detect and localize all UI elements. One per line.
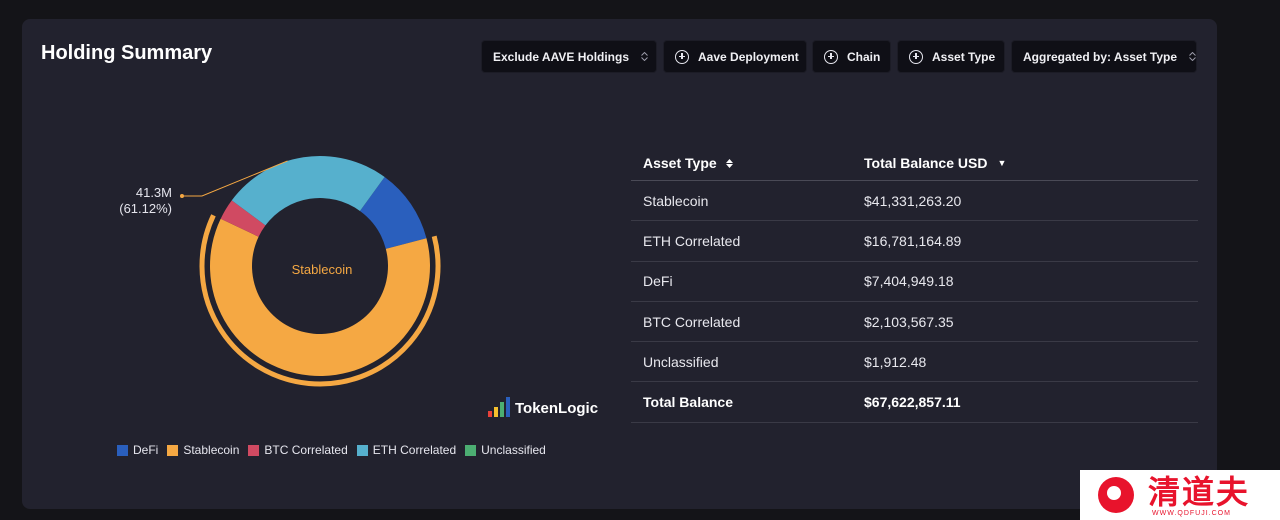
watermark: 清道夫 WWW.QDFUJI.COM xyxy=(1080,470,1280,520)
total-value: $67,622,857.11 xyxy=(864,394,961,411)
legend-swatch xyxy=(356,444,368,456)
balance-cell: $7,404,949.18 xyxy=(864,273,954,290)
table-row: Unclassified $1,912.48 xyxy=(631,342,1198,383)
legend-swatch xyxy=(248,444,260,456)
asset-cell: Unclassified xyxy=(643,353,719,370)
watermark-logo-icon xyxy=(1098,477,1134,513)
legend-item-stablecoin[interactable]: Stablecoin xyxy=(167,443,239,457)
tokenlogic-logo: TokenLogic xyxy=(488,397,598,417)
balance-cell: $2,103,567.35 xyxy=(864,313,954,330)
holdings-table: Asset Type Total Balance USD ▼ Stablecoi… xyxy=(631,146,1198,423)
table-header: Asset Type Total Balance USD ▼ xyxy=(631,146,1198,181)
asset-cell: Stablecoin xyxy=(643,192,709,209)
column-header-label: Total Balance USD xyxy=(864,155,988,171)
asset-type-column-header[interactable]: Asset Type xyxy=(631,155,864,171)
balance-cell: $16,781,164.89 xyxy=(864,232,962,249)
watermark-url: WWW.QDFUJI.COM xyxy=(1152,510,1231,517)
tokenlogic-bars-icon xyxy=(488,397,510,417)
legend-swatch xyxy=(167,444,179,456)
legend-label: Stablecoin xyxy=(183,443,240,457)
donut-center-label: Stablecoin xyxy=(291,262,353,277)
table-row: ETH Correlated $16,781,164.89 xyxy=(631,221,1198,262)
donut-callout: 41.3M (61.12%) xyxy=(92,185,172,217)
column-header-label: Asset Type xyxy=(643,155,717,171)
callout-value: 41.3M xyxy=(135,185,172,200)
legend-swatch xyxy=(117,444,128,456)
asset-cell: DeFi xyxy=(643,273,673,290)
balance-cell: $1,912.48 xyxy=(864,353,927,370)
watermark-brand: 清道夫 xyxy=(1148,473,1251,511)
legend-label: Unclassified xyxy=(481,443,546,457)
callout-percentage: (61.12%) xyxy=(119,201,172,216)
legend-item-btc-correlated[interactable]: BTC Correlated xyxy=(248,443,348,457)
legend-item-defi[interactable]: DeFi xyxy=(117,443,158,457)
sort-icon xyxy=(725,158,733,168)
donut-slice-eth-correlated[interactable] xyxy=(231,156,385,226)
legend-swatch xyxy=(465,444,477,456)
legend-item-unclassified[interactable]: Unclassified xyxy=(465,443,546,457)
legend-label: BTC Correlated xyxy=(264,443,348,457)
total-balance-column-header[interactable]: Total Balance USD ▼ xyxy=(864,155,1198,171)
chart-legend: DeFi Stablecoin BTC Correlated ETH Corre… xyxy=(117,443,555,457)
callout-dot xyxy=(180,194,184,198)
tokenlogic-wordmark: TokenLogic xyxy=(515,400,599,417)
total-label: Total Balance xyxy=(643,394,733,411)
table-row: DeFi $7,404,949.18 xyxy=(631,262,1198,302)
holding-summary-panel: Holding Summary Exclude AAVE Holdings Aa… xyxy=(22,19,1217,509)
asset-cell: ETH Correlated xyxy=(643,232,741,249)
table-row: Stablecoin $41,331,263.20 xyxy=(631,181,1198,222)
asset-cell: BTC Correlated xyxy=(643,313,741,330)
legend-label: DeFi xyxy=(133,443,159,457)
legend-item-eth-correlated[interactable]: ETH Correlated xyxy=(356,443,457,457)
total-row: Total Balance $67,622,857.11 xyxy=(631,382,1198,423)
balance-cell: $41,331,263.20 xyxy=(864,192,962,209)
table-row: BTC Correlated $2,103,567.35 xyxy=(631,302,1198,343)
sort-down-icon: ▼ xyxy=(997,158,1007,168)
legend-label: ETH Correlated xyxy=(372,443,457,457)
